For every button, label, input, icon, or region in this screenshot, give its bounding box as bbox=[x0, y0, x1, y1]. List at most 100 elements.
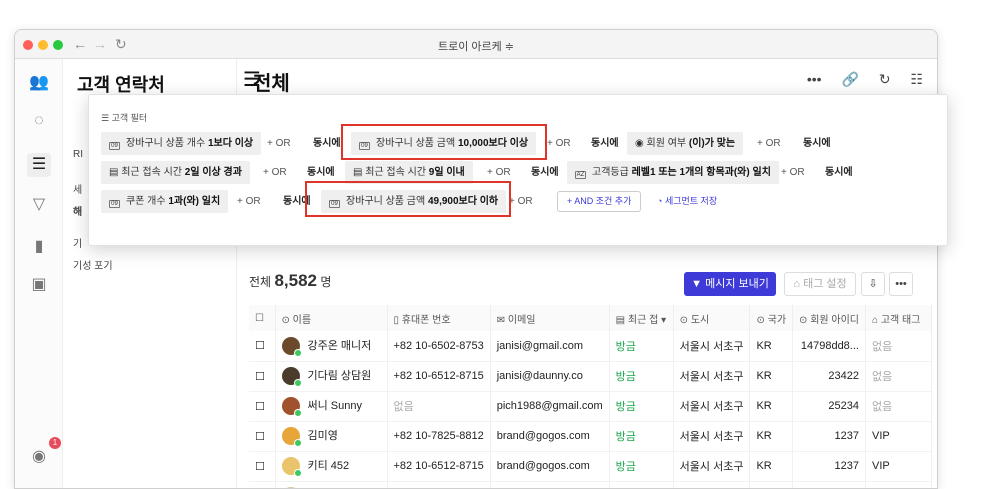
tag-setting-label: 태그 설정 bbox=[803, 278, 847, 290]
list-icon[interactable]: ☰ bbox=[27, 153, 51, 177]
cell-member-id: 987 bbox=[792, 481, 866, 488]
cell-email: brand@gogos.com bbox=[490, 451, 610, 482]
export-button[interactable]: ⇩ bbox=[861, 272, 885, 296]
save-segment-button[interactable]: ◔ 세그먼트 저장 bbox=[657, 191, 717, 212]
sidebar-item-1[interactable]: RI bbox=[73, 149, 83, 160]
cell-member-id: 14798dd8... bbox=[792, 331, 866, 362]
table-row[interactable]: ☐ 강주온 매니저 +82 10-6502-8753 janisi@gmail.com… bbox=[249, 331, 932, 362]
cell-city: 서울시 서초구 bbox=[673, 361, 751, 392]
total-number: 8,582 bbox=[274, 271, 317, 290]
filter-chip-cart-count[interactable]: 09 장바구니 상품 개수 1보다 이상 bbox=[101, 132, 262, 155]
more-options-button[interactable]: ••• bbox=[889, 272, 913, 296]
sidebar-item-4[interactable]: 기 bbox=[73, 235, 82, 250]
page-title: ☰ 전체 bbox=[243, 67, 290, 96]
bot-icon[interactable]: ▣ bbox=[27, 273, 51, 297]
link-icon[interactable]: 🔗 bbox=[841, 71, 858, 87]
row-checkbox[interactable]: ☐ bbox=[249, 361, 276, 392]
cell-email: janisi@gmail.com bbox=[490, 331, 610, 362]
cell-name[interactable]: 강주온 매니저 bbox=[275, 331, 388, 362]
send-message-button[interactable]: ▼ 메시지 보내기 bbox=[684, 272, 776, 296]
or-button[interactable]: + OR bbox=[509, 190, 533, 213]
sidebar-item-5[interactable]: 기성 포기 bbox=[73, 257, 113, 272]
cell-country: KR bbox=[749, 451, 794, 482]
or-button[interactable]: + OR bbox=[781, 161, 805, 184]
row-checkbox[interactable]: ☐ bbox=[249, 481, 276, 488]
send-icon[interactable]: ▽ bbox=[27, 193, 51, 217]
header-name[interactable]: ⊙ 이름 bbox=[275, 305, 388, 331]
cell-city: 서울시 서초구 bbox=[673, 391, 751, 422]
top-toolbar: ••• 🔗 ↻ ☷ bbox=[791, 71, 923, 88]
cell-country: KR bbox=[749, 361, 794, 392]
header-country[interactable]: ⊙ 국가 bbox=[749, 305, 794, 331]
send-message-label: 메시지 보내기 bbox=[705, 278, 769, 290]
row-checkbox[interactable]: ☐ bbox=[249, 451, 276, 482]
filter-chip-recent-access-min[interactable]: ▤ 최근 접속 시간 2일 이상 경과 bbox=[101, 161, 250, 184]
window-title: 트로이 아르케 ≑ bbox=[437, 41, 515, 53]
cell-name[interactable]: 키티 452 bbox=[275, 451, 388, 482]
or-button[interactable]: + OR bbox=[547, 132, 571, 155]
header-member-id[interactable]: ⊙ 회원 아이디 bbox=[792, 305, 866, 331]
chat-icon[interactable]: ◌ bbox=[27, 109, 51, 133]
tag-setting-button[interactable]: ⌂ 태그 설정 bbox=[784, 272, 856, 296]
menu-icon[interactable]: ☰ bbox=[243, 67, 261, 92]
row-checkbox[interactable]: ☐ bbox=[249, 391, 276, 422]
cell-city: 서울시 서초구 bbox=[673, 481, 751, 488]
settings-sliders-icon[interactable]: ☷ bbox=[910, 71, 923, 87]
cell-phone: +82 10-6502-8753 bbox=[387, 331, 491, 362]
cell-name[interactable]: 버니 859 bbox=[275, 481, 388, 488]
cell-email: janisi@daunny.co bbox=[490, 361, 610, 392]
avatar bbox=[281, 397, 302, 418]
table-row[interactable]: ☐버니 859+82 10-6345-2347toonat0@naver.com… bbox=[249, 481, 932, 488]
filter-chip-coupon[interactable]: 09 쿠폰 개수 1과(와) 일치 bbox=[101, 190, 229, 213]
cell-name[interactable]: 써니 Sunny bbox=[275, 391, 388, 422]
cell-phone: +82 10-6345-2347 bbox=[387, 481, 491, 488]
person-icon: ◉ bbox=[635, 138, 647, 149]
filter-heading-text: 고객 필터 bbox=[111, 113, 148, 123]
sidebar-item-3[interactable]: 해 bbox=[73, 203, 82, 218]
table-row[interactable]: ☐ 키티 452 +82 10-6512-8715 brand@gogos.com 방금… bbox=[249, 451, 932, 482]
add-and-condition-button[interactable]: + AND 조건 추가 bbox=[557, 191, 642, 212]
refresh-icon[interactable]: ↻ bbox=[879, 71, 891, 87]
profile-icon[interactable]: ◉ bbox=[27, 445, 51, 469]
cell-recent: 방금 bbox=[609, 391, 674, 422]
cell-city: 서울시 서초구 bbox=[673, 421, 751, 452]
cell-name[interactable]: 기다림 상담원 bbox=[275, 361, 388, 392]
row-checkbox[interactable]: ☐ bbox=[249, 421, 276, 452]
cell-name[interactable]: 김미영 bbox=[275, 421, 388, 452]
cell-phone: 없음 bbox=[387, 391, 491, 422]
header-recent[interactable]: ▤ 최근 접 ▾ bbox=[609, 305, 674, 331]
calendar-icon: ▤ bbox=[353, 167, 366, 178]
or-button[interactable]: + OR bbox=[757, 132, 781, 155]
total-count: 전체 8,582 명 bbox=[249, 271, 331, 291]
cell-phone: +82 10-6512-8715 bbox=[387, 451, 491, 482]
table-row[interactable]: ☐ 김미영 +82 10-7825-8812 brand@gogos.com 방금 서울시… bbox=[249, 421, 932, 452]
filter-icon: ☰ bbox=[101, 113, 112, 123]
header-city[interactable]: ⊙ 도시 bbox=[673, 305, 751, 331]
table-row[interactable]: ☐ 기다림 상담원 +82 10-6512-8715 janisi@daunny.co… bbox=[249, 361, 932, 392]
cell-recent: 방금 bbox=[609, 421, 674, 452]
and-label: 동시에 bbox=[591, 138, 619, 149]
table-row[interactable]: ☐ 써니 Sunny 없음 pich1988@gmail.com 방금 서울시 서초구 KR… bbox=[249, 391, 932, 422]
more-icon[interactable]: ••• bbox=[807, 71, 822, 87]
or-button[interactable]: + OR bbox=[263, 161, 287, 184]
header-email[interactable]: ✉ 이메일 bbox=[490, 305, 610, 331]
header-phone[interactable]: ▯ 휴대폰 번호 bbox=[387, 305, 491, 331]
save-segment-label: 세그먼트 저장 bbox=[664, 196, 718, 206]
cell-city: 서울시 서초구 bbox=[673, 451, 751, 482]
row-checkbox[interactable]: ☐ bbox=[249, 331, 276, 362]
total-unit: 명 bbox=[320, 275, 332, 289]
cell-phone: +82 10-6512-8715 bbox=[387, 361, 491, 392]
table-header-row: ☐ ⊙ 이름 ▯ 휴대폰 번호 ✉ 이메일 ▤ 최근 접 ▾ ⊙ 도시 ⊙ 국가… bbox=[249, 305, 932, 331]
contacts-icon[interactable]: 👥 bbox=[27, 71, 51, 95]
notification-badge: 1 bbox=[49, 437, 61, 449]
filter-chip-grade[interactable]: AZ 고객등급 레벨1 또는 1개의 항목과(와) 일치 bbox=[567, 161, 779, 184]
or-button[interactable]: + OR bbox=[237, 190, 261, 213]
sidebar-item-2[interactable]: 세 bbox=[73, 181, 82, 196]
select-all-checkbox[interactable]: ☐ bbox=[249, 305, 276, 331]
filter-chip-member[interactable]: ◉ 회원 여부 (이)가 맞는 bbox=[627, 132, 744, 155]
header-tag[interactable]: ⌂ 고객 태그 bbox=[865, 305, 932, 331]
or-button[interactable]: + OR bbox=[267, 132, 291, 155]
chart-icon[interactable]: ▮ bbox=[27, 235, 51, 259]
tag-icon: ⌂ bbox=[793, 278, 804, 290]
cell-country: KR bbox=[749, 331, 794, 362]
